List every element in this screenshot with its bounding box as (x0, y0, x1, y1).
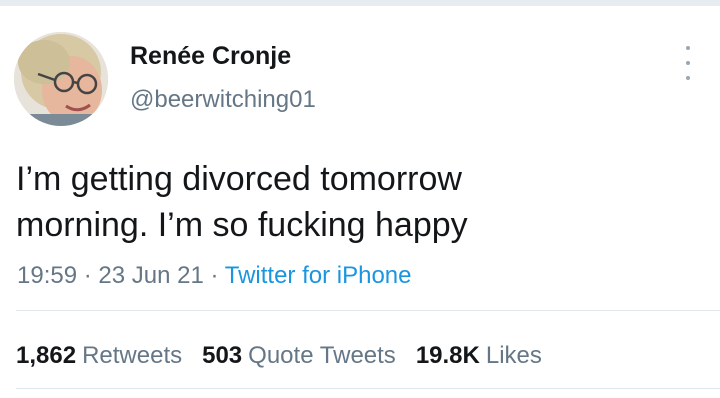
tweet-date[interactable]: 23 Jun 21 (98, 262, 203, 289)
likes-label: Likes (485, 342, 542, 369)
likes-count: 19.8K (415, 342, 480, 369)
tweet-stats: 1,862 Retweets 503 Quote Tweets 19.8K Likes (16, 342, 542, 370)
retweets-stat[interactable]: 1,862 Retweets (16, 342, 182, 370)
avatar[interactable] (14, 32, 108, 126)
more-dot (686, 46, 690, 50)
more-options-icon[interactable] (676, 46, 700, 80)
more-dot (686, 76, 690, 80)
retweets-label: Retweets (82, 342, 183, 369)
tweet-source-link[interactable]: Twitter for iPhone (225, 262, 412, 289)
quote-tweets-stat[interactable]: 503 Quote Tweets (202, 342, 396, 370)
display-name[interactable]: Renée Cronje (130, 42, 291, 71)
tweet-text-line: morning. I’m so fucking happy (16, 206, 468, 244)
divider (16, 310, 720, 311)
user-handle[interactable]: @beerwitching01 (130, 86, 316, 114)
tweet-text-line: I’m getting divorced tomorrow (16, 160, 462, 198)
retweets-count: 1,862 (16, 342, 77, 369)
divider (16, 388, 720, 389)
likes-stat[interactable]: 19.8K Likes (416, 342, 542, 370)
tweet-meta: 19:59 · 23 Jun 21 · Twitter for iPhone (17, 262, 411, 290)
meta-separator: · (83, 262, 99, 289)
tweet-card: Renée Cronje @beerwitching01 I’m getting… (0, 6, 720, 398)
quote-tweets-count: 503 (202, 342, 243, 369)
more-dot (686, 61, 690, 65)
avatar-photo (14, 32, 108, 126)
tweet-time[interactable]: 19:59 (17, 262, 77, 289)
meta-separator: · (210, 262, 225, 289)
tweet-text: I’m getting divorced tomorrow morning. I… (16, 156, 676, 248)
quote-tweets-label: Quote Tweets (248, 342, 396, 369)
